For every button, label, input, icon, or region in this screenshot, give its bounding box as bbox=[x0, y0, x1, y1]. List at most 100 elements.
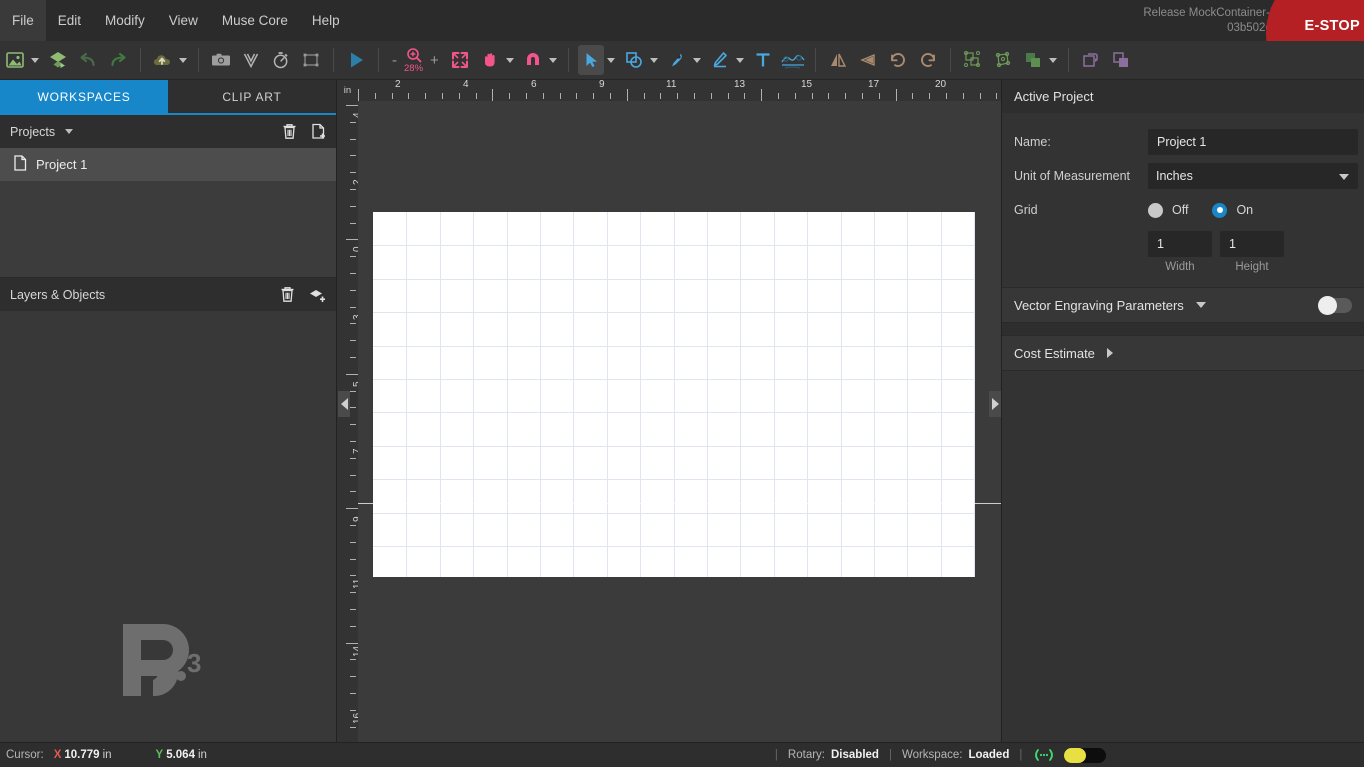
pen-icon[interactable] bbox=[664, 45, 690, 75]
vector-engraving-toggle[interactable] bbox=[1318, 295, 1352, 315]
copy-icon[interactable] bbox=[1108, 45, 1134, 75]
ruler-tick bbox=[350, 474, 356, 476]
trash-icon[interactable] bbox=[280, 286, 295, 303]
fit-screen-icon[interactable] bbox=[447, 45, 473, 75]
import-image-icon[interactable] bbox=[2, 45, 28, 75]
pencil-dropdown-caret[interactable] bbox=[735, 57, 744, 63]
play-icon[interactable] bbox=[343, 45, 369, 75]
collapse-right-panel-button[interactable] bbox=[989, 391, 1001, 417]
zoom-in-button[interactable]: + bbox=[427, 52, 442, 69]
chevron-down-icon[interactable] bbox=[1195, 302, 1206, 308]
undo-icon[interactable] bbox=[75, 45, 101, 75]
ruler-tick bbox=[408, 93, 410, 99]
trash-icon[interactable] bbox=[282, 123, 297, 140]
pencil-icon[interactable] bbox=[707, 45, 733, 75]
new-file-icon[interactable] bbox=[311, 123, 326, 140]
import-dropdown-caret[interactable] bbox=[31, 57, 39, 63]
duplicate-icon[interactable] bbox=[1078, 45, 1104, 75]
grid-height-input[interactable] bbox=[1220, 231, 1284, 257]
ruler-tick bbox=[346, 508, 358, 510]
pan-dropdown-caret[interactable] bbox=[505, 57, 514, 63]
union-shapes-icon[interactable] bbox=[1020, 45, 1046, 75]
unit-of-measurement-select[interactable]: Inches bbox=[1148, 163, 1358, 189]
shapes-dropdown-caret[interactable] bbox=[649, 57, 658, 63]
list-item[interactable]: Project 1 bbox=[0, 148, 336, 181]
camera-icon[interactable] bbox=[208, 45, 234, 75]
ruler-tick bbox=[374, 93, 376, 99]
ruler-label: 11 bbox=[666, 80, 677, 90]
group-icon[interactable] bbox=[960, 45, 986, 75]
shapes-icon[interactable] bbox=[621, 45, 647, 75]
cloud-upload-icon[interactable] bbox=[150, 45, 176, 75]
horizontal-ruler[interactable]: 2 4 6 9 11 13 15 17 20 bbox=[337, 80, 1001, 101]
rotate-left-icon[interactable] bbox=[885, 45, 911, 75]
select-arrow-icon[interactable] bbox=[577, 45, 604, 75]
select-dropdown-caret[interactable] bbox=[606, 57, 615, 63]
menu-help[interactable]: Help bbox=[300, 0, 352, 41]
toolbar-separator-2 bbox=[198, 48, 199, 72]
grid-row: Grid Off On bbox=[1008, 193, 1358, 227]
cost-estimate-section[interactable]: Cost Estimate bbox=[1002, 335, 1364, 371]
snap-dropdown-caret[interactable] bbox=[548, 57, 557, 63]
text-tool-icon[interactable] bbox=[750, 45, 776, 75]
rotate-right-icon[interactable] bbox=[915, 45, 941, 75]
stopwatch-icon[interactable] bbox=[268, 45, 294, 75]
grid-line-vertical bbox=[406, 212, 407, 577]
project-name-input[interactable] bbox=[1148, 129, 1358, 155]
pen-dropdown-caret[interactable] bbox=[692, 57, 701, 63]
grid-line-horizontal bbox=[373, 446, 975, 447]
material-sheet[interactable] bbox=[373, 212, 975, 577]
material-icon[interactable] bbox=[45, 45, 71, 75]
magnet-snap-icon[interactable] bbox=[520, 45, 546, 75]
pan-hand-icon[interactable] bbox=[477, 45, 503, 75]
menu-file[interactable]: File bbox=[0, 0, 46, 41]
v-logo-icon[interactable] bbox=[238, 45, 264, 75]
grid-line-vertical bbox=[907, 212, 908, 577]
chevron-down-icon[interactable] bbox=[1339, 174, 1349, 180]
redo-icon[interactable] bbox=[105, 45, 131, 75]
menu-view[interactable]: View bbox=[157, 0, 210, 41]
ruler-tick bbox=[350, 121, 356, 123]
power-toggle[interactable] bbox=[1064, 747, 1107, 763]
ruler-tick bbox=[862, 93, 863, 99]
grid-line-horizontal bbox=[373, 412, 975, 413]
tab-workspaces[interactable]: WORKSPACES bbox=[0, 80, 168, 113]
toolbar-separator-7 bbox=[949, 48, 951, 72]
ruler-tick bbox=[350, 256, 356, 258]
grid-width-input[interactable] bbox=[1148, 231, 1212, 257]
collapse-left-panel-button[interactable] bbox=[338, 391, 350, 417]
vertical-ruler[interactable]: 4203579111416 bbox=[337, 101, 358, 742]
trace-image-icon[interactable] bbox=[780, 45, 806, 75]
ruler-unit-label: in bbox=[337, 80, 358, 101]
connection-icon[interactable] bbox=[1032, 748, 1056, 762]
zoom-out-button[interactable]: - bbox=[389, 52, 400, 69]
cloud-dropdown-caret[interactable] bbox=[179, 57, 187, 63]
ungroup-icon[interactable] bbox=[990, 45, 1016, 75]
add-layer-icon[interactable] bbox=[309, 287, 326, 303]
ruler-label: 9 bbox=[599, 80, 605, 90]
ruler-tick bbox=[794, 93, 796, 99]
chevron-right-icon[interactable] bbox=[1106, 348, 1113, 358]
menu-muse-core[interactable]: Muse Core bbox=[210, 0, 300, 41]
unit-select-wrap: Inches bbox=[1148, 163, 1358, 189]
bounding-box-icon[interactable] bbox=[298, 45, 324, 75]
grid-on-radio[interactable]: On bbox=[1212, 202, 1253, 218]
zoom-in-icon[interactable]: 28% bbox=[404, 47, 423, 74]
projects-collapse-caret[interactable] bbox=[65, 129, 74, 134]
tab-clip-art[interactable]: CLIP ART bbox=[168, 80, 336, 113]
flip-horizontal-icon[interactable] bbox=[825, 45, 851, 75]
zoom-controls: - 28% + bbox=[389, 47, 442, 74]
ruler-tick bbox=[660, 93, 662, 99]
left-panel-tabs: WORKSPACES CLIP ART bbox=[0, 80, 336, 113]
ruler-label: 6 bbox=[531, 80, 537, 90]
union-dropdown-caret[interactable] bbox=[1048, 57, 1057, 63]
design-viewport[interactable] bbox=[358, 101, 1001, 742]
vector-engraving-parameters-section[interactable]: Vector Engraving Parameters bbox=[1002, 287, 1364, 323]
estop-label[interactable]: E-STOP bbox=[1304, 18, 1360, 34]
flip-vertical-icon[interactable] bbox=[855, 45, 881, 75]
grid-off-radio[interactable]: Off bbox=[1148, 202, 1188, 218]
ruler-tick bbox=[350, 189, 356, 190]
ruler-tick bbox=[350, 541, 356, 543]
menu-edit[interactable]: Edit bbox=[46, 0, 93, 41]
menu-modify[interactable]: Modify bbox=[93, 0, 157, 41]
